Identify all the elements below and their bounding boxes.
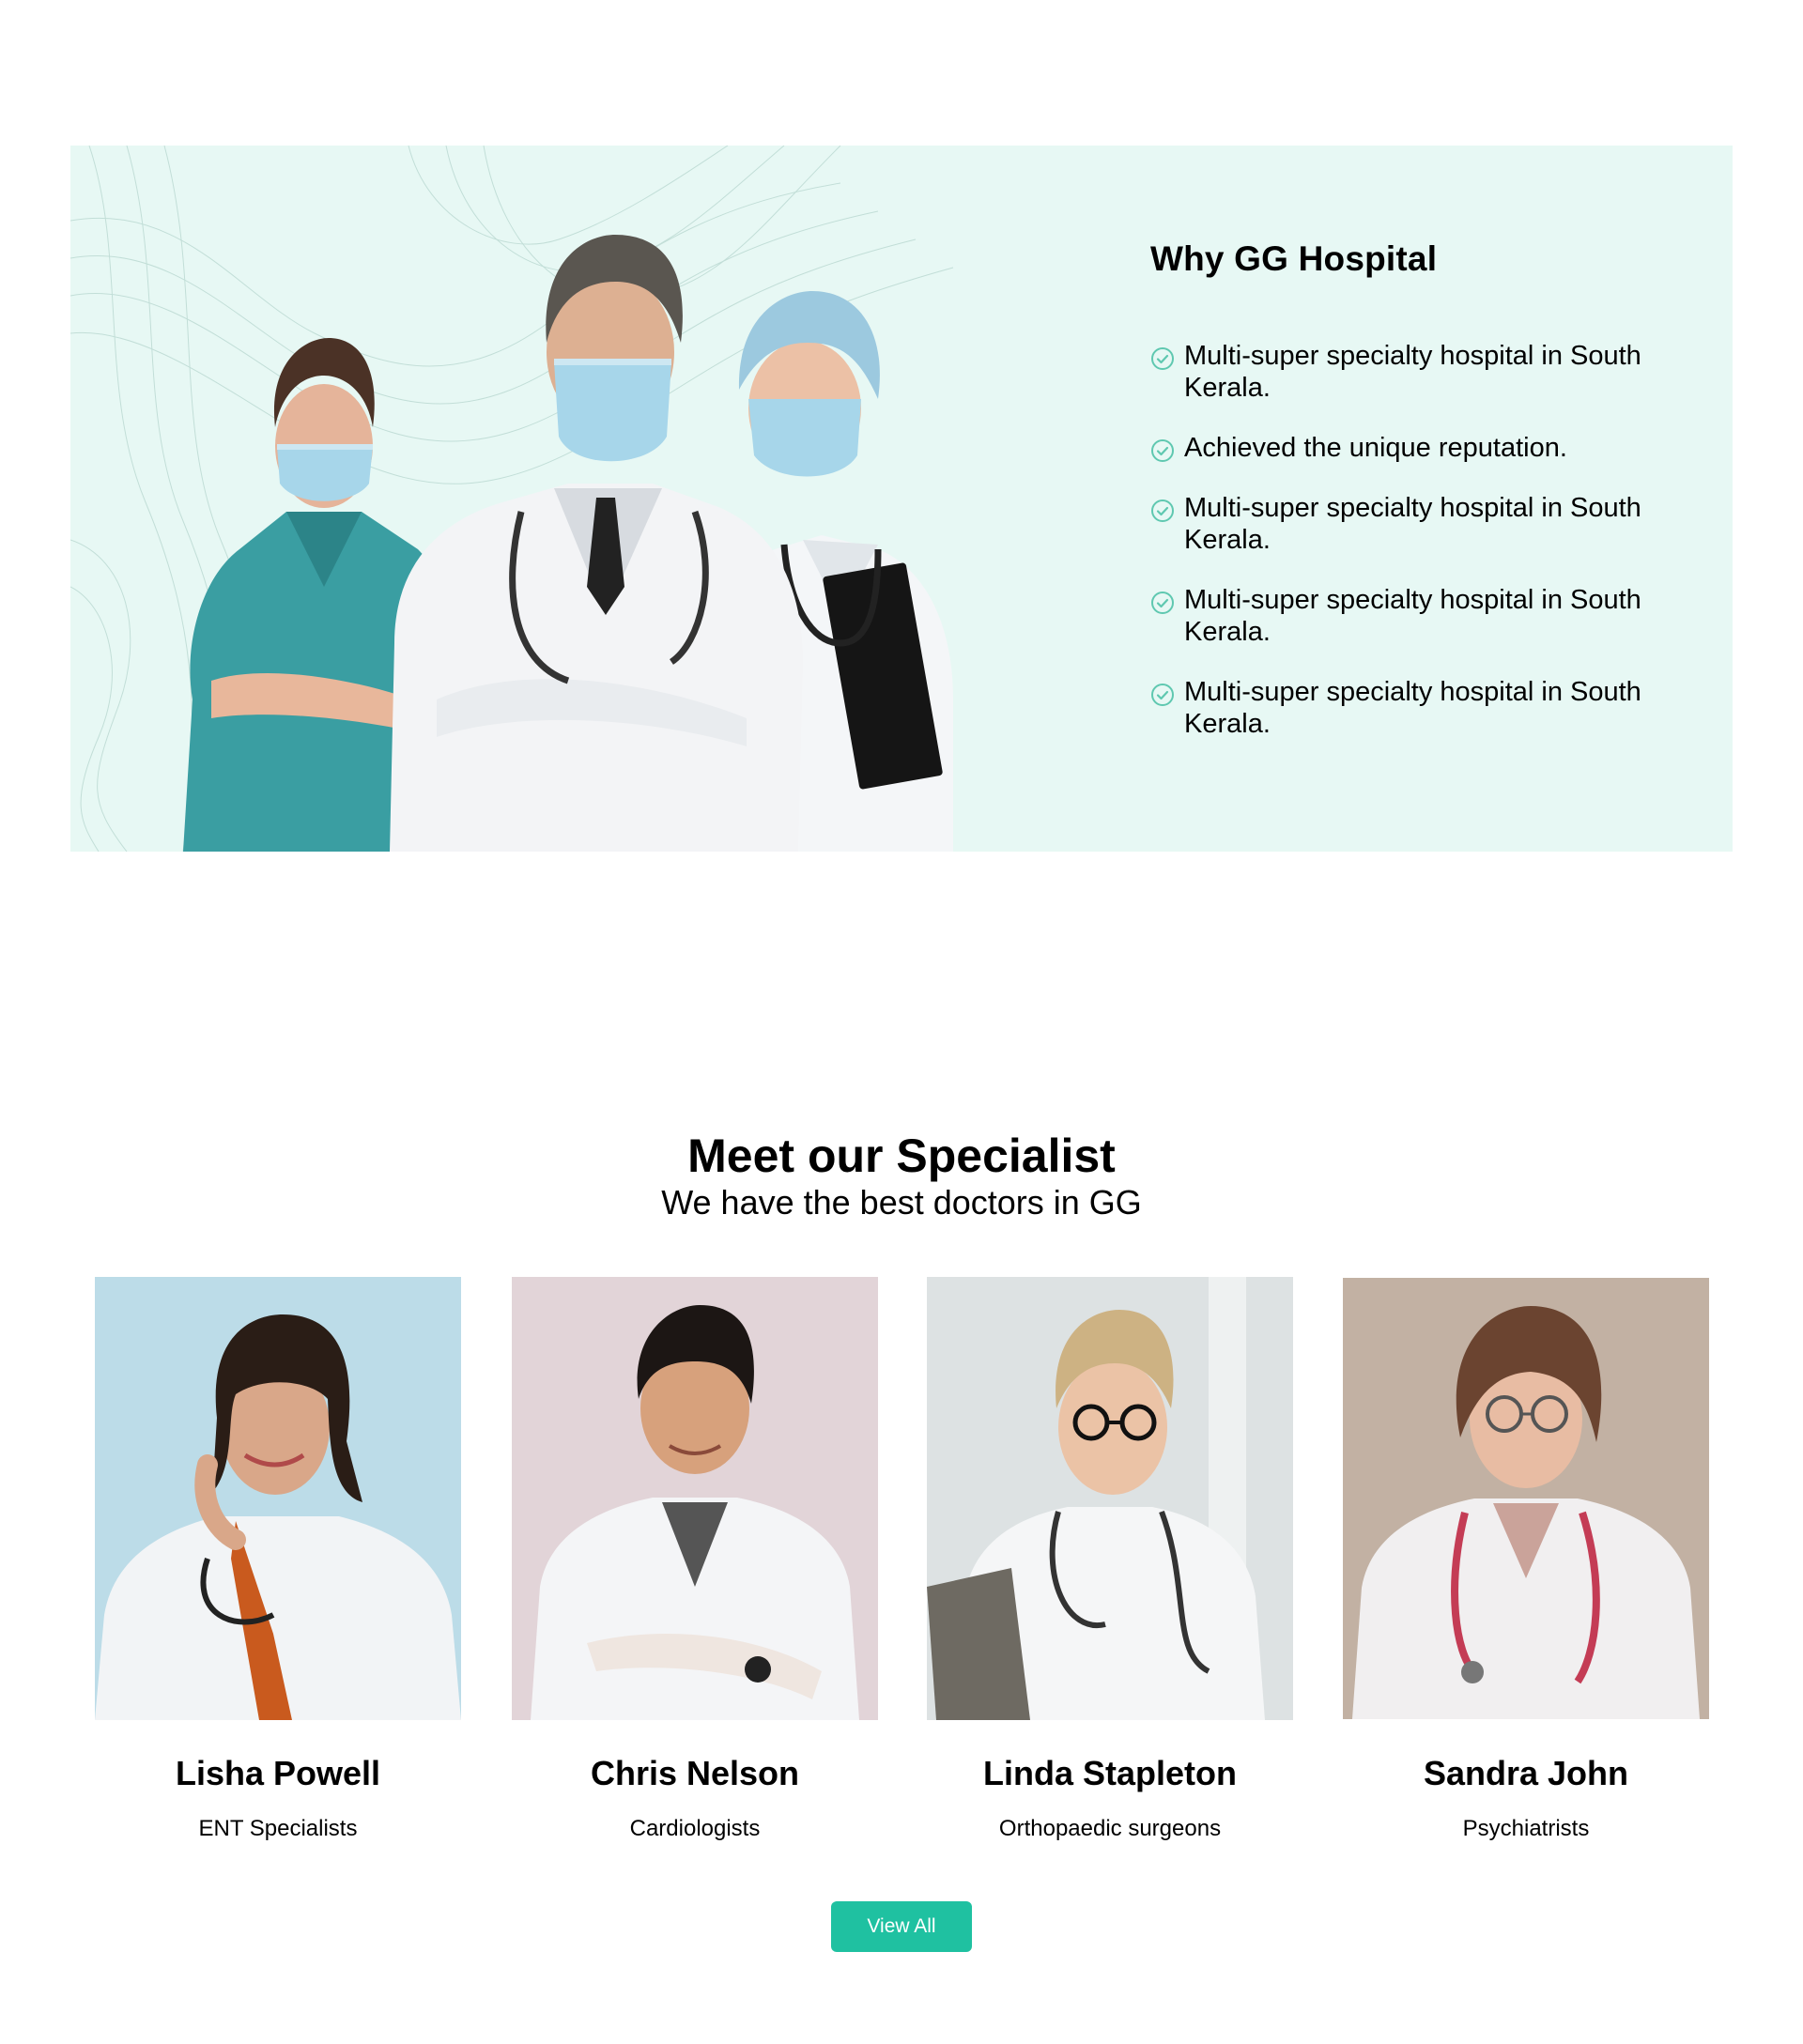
doctor-card[interactable]: Chris Nelson Cardiologists xyxy=(512,1277,878,1842)
view-all-button[interactable]: View All xyxy=(831,1901,972,1952)
doctor-role: ENT Specialists xyxy=(198,1816,358,1841)
why-section: Why GG Hospital Multi-super specialty ho… xyxy=(70,146,1733,852)
check-circle-icon xyxy=(1151,684,1174,706)
doctor-role: Orthopaedic surgeons xyxy=(998,1816,1222,1841)
doctor-card[interactable]: Sandra John Psychiatrists xyxy=(1343,1277,1709,1842)
specialists-title: Meet our Specialist xyxy=(687,1130,1116,1182)
check-circle-icon xyxy=(1151,592,1174,614)
doctor-role: Psychiatrists xyxy=(1462,1816,1590,1841)
doctor-center-figure xyxy=(390,235,803,852)
why-item-text: Multi-super specialty hospital in South … xyxy=(1184,341,1641,403)
why-list-item: Multi-super specialty hospital in South … xyxy=(1150,340,1676,404)
why-item-text: Multi-super specialty hospital in South … xyxy=(1184,493,1641,555)
why-list-item: Multi-super specialty hospital in South … xyxy=(1150,584,1676,648)
doctor-name: Sandra John xyxy=(1423,1754,1629,1792)
why-list-item: Multi-super specialty hospital in South … xyxy=(1150,676,1676,740)
medical-team-illustration xyxy=(183,235,953,852)
doctor-photo xyxy=(512,1277,878,1720)
why-list-item: Achieved the unique reputation. xyxy=(1150,432,1676,464)
why-list: Multi-super specialty hospital in South … xyxy=(1150,340,1676,768)
doctor-photo xyxy=(1343,1278,1709,1719)
doctor-name: Lisha Powell xyxy=(175,1754,381,1792)
why-item-text: Achieved the unique reputation. xyxy=(1184,433,1567,463)
doctor-card[interactable]: Linda Stapleton Orthopaedic surgeons xyxy=(927,1277,1293,1842)
doctor-name: Chris Nelson xyxy=(590,1754,800,1792)
doctor-photo xyxy=(95,1277,461,1720)
doctor-role: Cardiologists xyxy=(629,1816,761,1841)
why-item-text: Multi-super specialty hospital in South … xyxy=(1184,585,1641,647)
why-title: Why GG Hospital xyxy=(1150,239,1438,278)
specialists-subtitle: We have the best doctors in GG xyxy=(661,1183,1142,1222)
check-circle-icon xyxy=(1151,439,1174,462)
check-circle-icon xyxy=(1151,347,1174,370)
doctor-card[interactable]: Lisha Powell ENT Specialists xyxy=(95,1277,461,1842)
why-item-text: Multi-super specialty hospital in South … xyxy=(1184,677,1641,739)
doctor-photo xyxy=(927,1277,1293,1720)
doctor-name: Linda Stapleton xyxy=(983,1754,1237,1792)
why-list-item: Multi-super specialty hospital in South … xyxy=(1150,492,1676,556)
check-circle-icon xyxy=(1151,499,1174,522)
